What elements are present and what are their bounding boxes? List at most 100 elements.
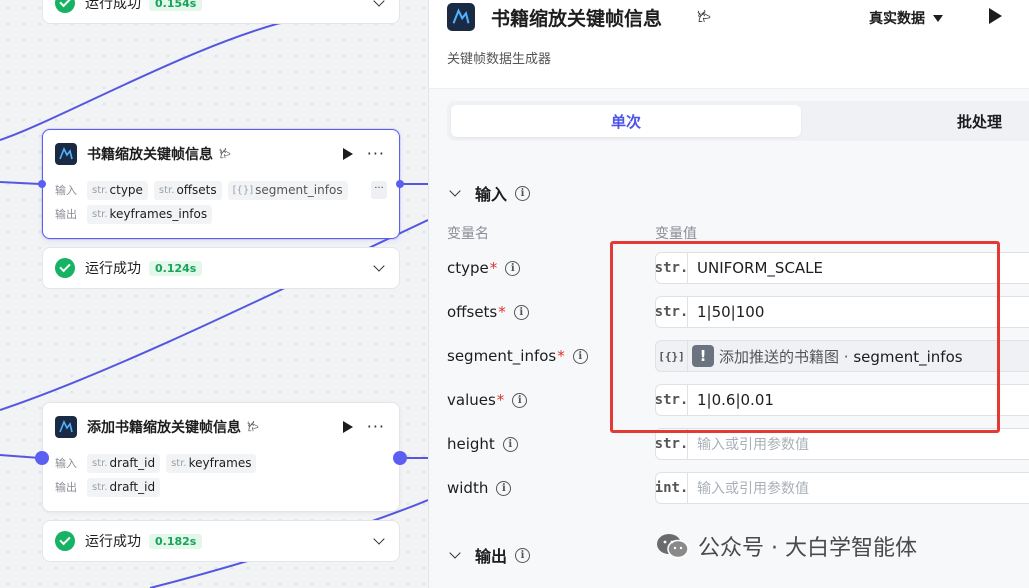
output-label: 输出 <box>55 481 77 494</box>
more-options-icon[interactable]: ··· <box>367 146 385 162</box>
watermark: 公众号 · 大白学智能体 <box>656 530 917 562</box>
wechat-icon <box>656 533 690 559</box>
data-mode-select[interactable]: 真实数据 <box>869 8 943 28</box>
panel-header: 书籍缩放关键帧信息 𐂂 真实数据 关键帧数据生成器 <box>429 0 1029 88</box>
info-icon[interactable]: i <box>515 185 531 201</box>
edge-curve <box>0 181 41 185</box>
chevron-down-icon <box>449 185 461 197</box>
workflow-canvas[interactable]: 运行成功 0.154s 书籍缩放关键帧信息 𐂂 ··· 输入 str. ctype… <box>0 0 428 588</box>
output-section-header[interactable]: 输出 i <box>447 543 531 567</box>
input-port[interactable] <box>35 451 49 465</box>
node-title: 添加书籍缩放关键帧信息 <box>87 420 241 436</box>
plugin-badge-icon: 𐂂 <box>697 11 711 26</box>
input-tag: str. keyframes <box>166 453 257 473</box>
duration-badge: 0.124s <box>149 260 203 276</box>
param-label-width: width i <box>447 479 512 497</box>
input-tag: [{}] segment_infos <box>227 180 348 200</box>
status-text: 运行成功 <box>85 534 141 550</box>
output-label: 输出 <box>55 208 77 221</box>
plugin-logo-icon <box>447 3 475 31</box>
plugin-badge-icon: 𐂂 <box>219 147 231 161</box>
node-input-row: 输入 str. ctype str. offsets [{}] segment_inf… <box>43 178 399 202</box>
info-icon[interactable]: i <box>572 348 588 364</box>
run-node-icon[interactable] <box>342 148 353 160</box>
param-label-height: height i <box>447 435 518 453</box>
input-label: 输入 <box>55 457 77 470</box>
input-port[interactable] <box>38 180 46 188</box>
type-badge: [{}] <box>656 341 688 371</box>
type-badge: str. <box>656 429 688 459</box>
data-mode-label: 真实数据 <box>869 11 925 27</box>
input-tag: str. ctype <box>87 180 148 200</box>
param-label-segment-infos: segment_infos * i <box>447 347 588 365</box>
input-label: 输入 <box>55 184 77 197</box>
info-icon[interactable]: i <box>502 436 518 452</box>
output-tag: str. draft_id <box>87 477 161 497</box>
edge-curve <box>0 454 41 459</box>
chevron-down-icon[interactable] <box>373 0 385 7</box>
section-title: 输入 <box>475 185 508 204</box>
run-status-bar[interactable]: 运行成功 0.154s <box>42 0 400 24</box>
panel-description[interactable]: 关键帧数据生成器 <box>447 48 551 67</box>
status-text: 运行成功 <box>85 0 141 12</box>
input-section-header[interactable]: 输入 i <box>447 181 531 205</box>
output-port[interactable] <box>396 180 404 188</box>
info-icon[interactable]: i <box>496 480 512 496</box>
edge-curve <box>0 17 301 141</box>
node-output-row: 输出 str. keyframes_infos <box>43 202 399 226</box>
node-add-book-zoom-keyframes[interactable]: 添加书籍缩放关键帧信息 𐂂 ··· 输入 str. draft_id str. ke… <box>42 402 400 512</box>
run-node-icon[interactable] <box>342 421 353 433</box>
duration-badge: 0.154s <box>149 0 203 11</box>
section-title: 输出 <box>475 547 508 566</box>
plugin-logo-icon <box>55 416 77 438</box>
param-label-ctype: ctype * i <box>447 259 521 277</box>
tab-single[interactable]: 单次 <box>451 105 801 137</box>
param-input-segment-infos[interactable]: [{}] ! 添加推送的书籍图 · segment_infos <box>655 340 1029 372</box>
node-book-zoom-keyframes[interactable]: 书籍缩放关键帧信息 𐂂 ··· 输入 str. ctype str. offsets… <box>42 129 400 239</box>
param-label-offsets: offsets * i <box>447 303 529 321</box>
input-tag: str. offsets <box>153 180 222 200</box>
warning-icon: ! <box>692 345 714 367</box>
variable-reference: 添加推送的书籍图 · segment_infos <box>719 347 963 366</box>
more-options-icon[interactable]: ··· <box>367 419 385 435</box>
node-config-panel: 书籍缩放关键帧信息 𐂂 真实数据 关键帧数据生成器 单次 批处理 输入 i 变量… <box>428 0 1029 588</box>
param-input-width[interactable]: int. 输入或引用参数值 <box>655 472 1029 504</box>
type-badge: str. <box>656 253 688 283</box>
chevron-down-icon <box>449 547 461 559</box>
watermark-text: 公众号 · 大白学智能体 <box>698 536 917 561</box>
col-value-header: 变量值 <box>655 226 697 242</box>
param-input-ctype[interactable]: str. UNIFORM_SCALE <box>655 252 1029 284</box>
output-tag: str. keyframes_infos <box>87 204 213 224</box>
success-check-icon <box>55 0 75 13</box>
caret-down-icon <box>933 14 943 22</box>
status-text: 运行成功 <box>85 261 141 277</box>
plugin-logo-icon <box>55 143 77 165</box>
param-input-offsets[interactable]: str. 1|50|100 <box>655 296 1029 328</box>
plugin-badge-icon: 𐂂 <box>247 420 259 434</box>
info-icon[interactable]: i <box>515 547 531 563</box>
info-icon[interactable]: i <box>512 392 528 408</box>
chevron-down-icon[interactable] <box>373 532 385 545</box>
run-mode-tabs: 单次 批处理 <box>447 101 1029 141</box>
panel-body: 单次 批处理 输入 i 变量名 变量值 ctype * i str. UNIFOR… <box>429 88 1029 588</box>
type-badge: str. <box>656 385 688 415</box>
param-label-values: values * i <box>447 391 528 409</box>
col-name-header: 变量名 <box>447 226 489 242</box>
duration-badge: 0.182s <box>149 533 203 549</box>
success-check-icon <box>55 531 75 551</box>
param-input-height[interactable]: str. 输入或引用参数值 <box>655 428 1029 460</box>
type-badge: str. <box>656 297 688 327</box>
more-inputs-button[interactable]: ··· <box>371 181 387 199</box>
chevron-down-icon[interactable] <box>373 259 385 272</box>
run-status-bar[interactable]: 运行成功 0.182s <box>42 520 400 562</box>
panel-title[interactable]: 书籍缩放关键帧信息 <box>491 4 662 31</box>
run-test-icon[interactable] <box>989 8 1002 24</box>
tab-batch[interactable]: 批处理 <box>957 111 1002 132</box>
node-output-row: 输出 str. draft_id <box>43 475 399 499</box>
output-port[interactable] <box>393 451 407 465</box>
param-input-values[interactable]: str. 1|0.6|0.01 <box>655 384 1029 416</box>
type-badge: int. <box>656 473 688 503</box>
info-icon[interactable]: i <box>505 260 521 276</box>
run-status-bar[interactable]: 运行成功 0.124s <box>42 247 400 289</box>
info-icon[interactable]: i <box>513 304 529 320</box>
